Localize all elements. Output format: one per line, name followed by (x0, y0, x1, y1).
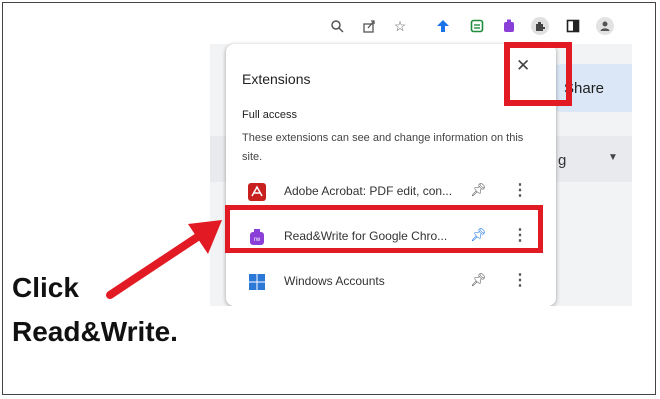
instruction-text: Click Read&Write. (12, 266, 178, 354)
extension-name: Windows Accounts (284, 274, 385, 288)
pin-icon[interactable]: 📌︎ (470, 182, 487, 198)
extension-blue-icon[interactable] (434, 17, 452, 35)
panel-title: Extensions (242, 71, 311, 87)
extension-name: Adobe Acrobat: PDF edit, con... (284, 184, 453, 198)
share-page-icon[interactable] (360, 17, 378, 35)
pin-icon[interactable]: 📌︎ (470, 272, 487, 288)
dropdown-partial-text: g (558, 152, 567, 169)
puzzle-extensions-icon[interactable] (531, 17, 549, 35)
readwrite-toolbar-icon[interactable] (500, 17, 518, 35)
readwrite-highlight-box (225, 205, 543, 253)
adobe-acrobat-icon (248, 183, 266, 201)
section-heading: Full access (242, 109, 298, 121)
instruction-line-1: Click (12, 272, 79, 303)
zoom-icon[interactable] (328, 17, 346, 35)
dropdown-caret-icon[interactable]: ▼ (608, 152, 618, 163)
more-options-icon[interactable]: ⋮ (512, 180, 528, 200)
extension-row-windows[interactable]: Windows Accounts 📌︎ ⋮ (226, 262, 556, 302)
extension-green-icon[interactable] (468, 17, 486, 35)
section-description: These extensions can see and change info… (242, 132, 524, 163)
instruction-line-2: Read&Write. (12, 316, 178, 347)
bookmark-star-icon[interactable]: ☆ (391, 17, 409, 35)
browser-toolbar: ☆ (210, 6, 632, 44)
side-panel-icon[interactable] (564, 17, 582, 35)
close-highlight-box (504, 42, 572, 106)
profile-icon[interactable] (596, 17, 614, 35)
windows-icon (248, 273, 266, 291)
more-options-icon[interactable]: ⋮ (512, 270, 528, 290)
